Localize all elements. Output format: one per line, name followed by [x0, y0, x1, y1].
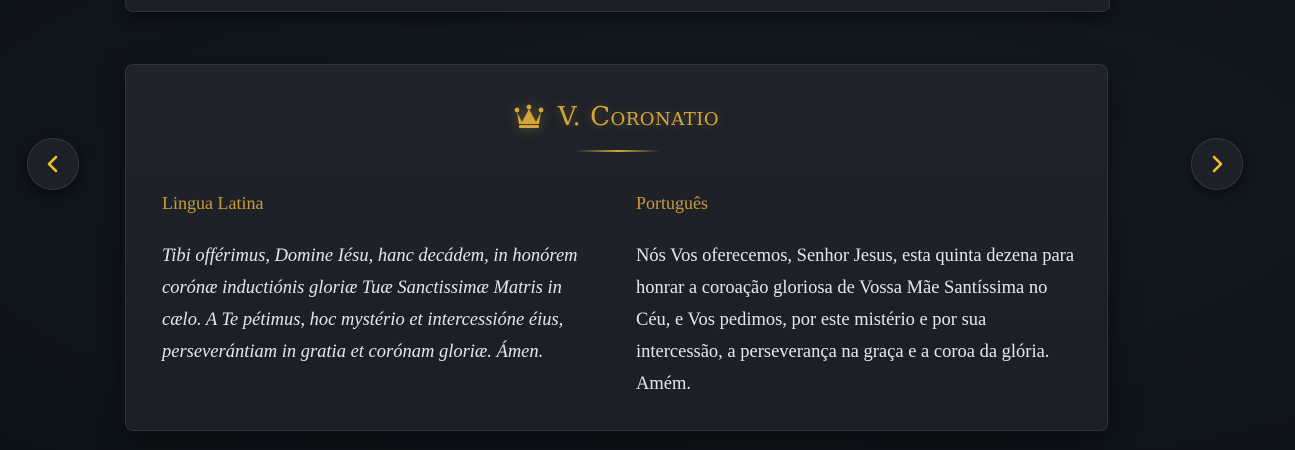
- previous-button[interactable]: [27, 138, 79, 190]
- portuguese-prayer-text: Nós Vos oferecemos, Senhor Jesus, esta q…: [636, 246, 1075, 394]
- portuguese-heading: Português: [636, 193, 708, 213]
- latin-column: Lingua Latina Tibi offérimus, Domine Iés…: [162, 191, 602, 368]
- mystery-header: V. Coronatio: [126, 99, 1107, 135]
- crown-icon: [514, 104, 544, 128]
- latin-prayer-text: Tibi offérimus, Domine Iésu, hanc decáde…: [162, 246, 578, 362]
- previous-mystery-card: [125, 0, 1110, 12]
- chevron-right-icon: [1212, 155, 1223, 173]
- latin-heading: Lingua Latina: [162, 193, 264, 213]
- portuguese-column: Português Nós Vos oferecemos, Senhor Jes…: [636, 191, 1076, 400]
- chevron-left-icon: [47, 155, 58, 173]
- mystery-card: V. Coronatio Lingua Latina Tibi offérimu…: [125, 64, 1108, 431]
- title-divider: [576, 150, 660, 152]
- mystery-title: V. Coronatio: [557, 102, 720, 132]
- next-button[interactable]: [1191, 138, 1243, 190]
